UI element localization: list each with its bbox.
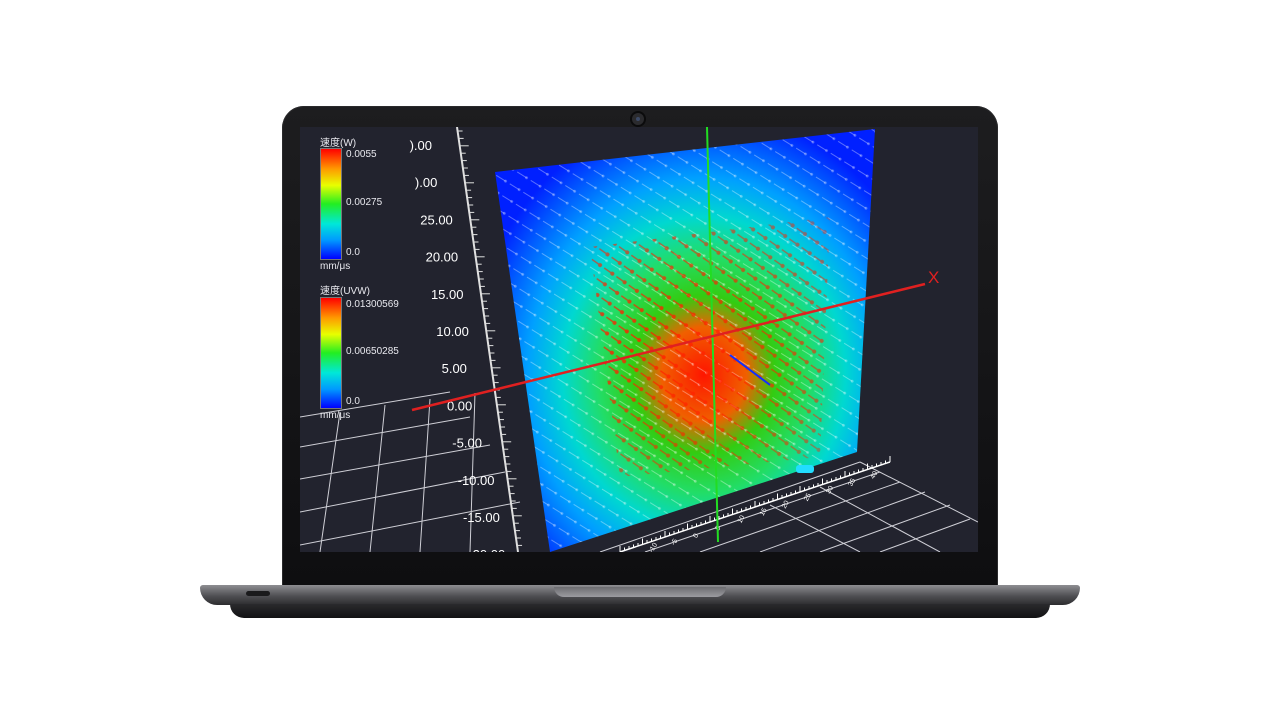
legend-w-min: 0.0: [346, 247, 360, 258]
legend-w-max: 0.0055: [346, 149, 377, 160]
y-axis-tick-label: 10.00: [436, 324, 469, 339]
legend-uvw-mid: 0.00650285: [346, 346, 399, 357]
usb-port: [246, 591, 270, 596]
legend-uvw-unit: mm/μs: [320, 410, 351, 421]
legend-w-mid: 0.00275: [346, 197, 383, 208]
laptop-screen: ).00).00 25.00 20.00 15.00 10.00 5.00 0.00 -5.0…: [300, 127, 978, 552]
floor-tick-label: -5: [670, 538, 679, 547]
webcam-icon: [632, 113, 644, 125]
floor-tick-label: -10: [648, 542, 659, 552]
y-axis-tick-label: -15.00: [463, 510, 500, 525]
laptop-lid-notch: [554, 587, 726, 597]
floor-tick-label: 15: [759, 507, 769, 517]
x-axis-label: X: [928, 268, 939, 287]
y-axis-tick-label: 25.00: [420, 212, 453, 227]
legend-w-colorbar: [320, 148, 342, 260]
floor-tick-label: 10: [737, 514, 747, 524]
legend-uvw-colorbar: [320, 297, 342, 409]
legend-w-unit: mm/μs: [320, 261, 351, 272]
legend-uvw-title: 速度(UVW): [320, 286, 370, 297]
y-axis-tick-label: 15.00: [431, 287, 464, 302]
legend-uvw-max: 0.01300569: [346, 299, 399, 310]
legend-uvw-min: 0.0: [346, 396, 360, 407]
floor-tick-label: 20: [781, 500, 791, 510]
y-axis-tick-label: 20.00: [426, 250, 459, 265]
laptop-base-bottom: [230, 604, 1050, 618]
floor-tick-label: 25: [803, 492, 813, 502]
y-axis-tick-label: ).00: [410, 138, 432, 153]
y-axis-tick-label: -10.00: [458, 473, 495, 488]
velocity-field-viewport[interactable]: ).00).0025.0020.0015.0010.005.000.00-5.0…: [300, 127, 978, 552]
probe-marker: [796, 465, 814, 473]
floor-tick-label: 30: [825, 485, 835, 495]
y-axis-tick-label: 5.00: [442, 361, 467, 376]
y-axis-tick-label: ).00: [415, 175, 437, 190]
legend-w-title: 速度(W): [320, 138, 357, 149]
y-axis-tick-label: -20.00: [468, 547, 505, 552]
floor-tick-label: 35: [847, 477, 857, 487]
y-axis-tick-label: -5.00: [452, 436, 482, 451]
velocity-field-plane: [495, 129, 875, 552]
